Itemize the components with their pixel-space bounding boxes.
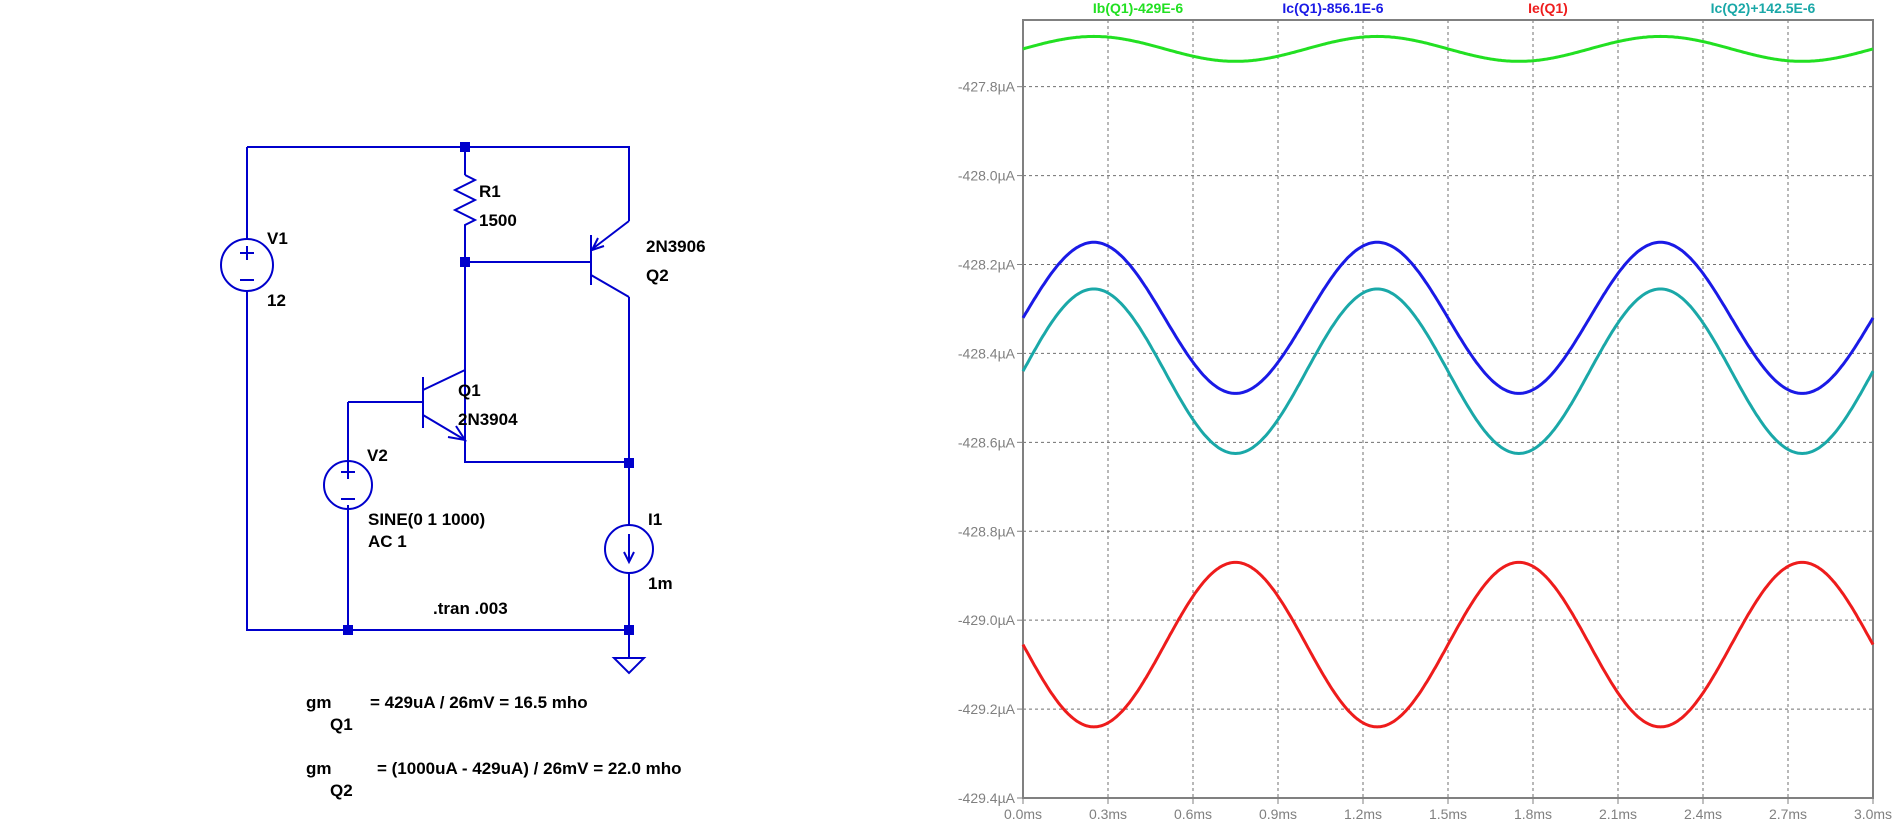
- x-tick-label: 0.0ms: [1004, 806, 1042, 822]
- x-tick-label: 0.3ms: [1089, 806, 1127, 822]
- v2-name: V2: [367, 446, 388, 465]
- q1-transistor[interactable]: Q1 2N3904: [422, 369, 518, 462]
- x-tick-label: 2.4ms: [1684, 806, 1722, 822]
- y-tick-label: -428.2µA: [958, 257, 1016, 273]
- i1-current-source[interactable]: I1 1m: [604, 510, 673, 593]
- legend-entry[interactable]: Ic(Q1)-856.1E-6: [1282, 0, 1383, 16]
- gm2-subscript: Q2: [330, 781, 353, 800]
- q1-model: 2N3904: [458, 410, 518, 429]
- schematic-canvas[interactable]: V1 12 R1 1500 2N3906 Q2 Q1 2N3904 V2 SIN…: [0, 0, 938, 829]
- legend: Ib(Q1)-429E-6 Ic(Q1)-856.1E-6 Ie(Q1) Ic(Q2)…: [1093, 0, 1816, 16]
- x-axis-ticks: 0.0ms 0.3ms 0.6ms 0.9ms 1.2ms 1.5ms 1.8ms 2.1ms…: [1004, 798, 1892, 822]
- legend-entry[interactable]: Ic(Q2)+142.5E-6: [1711, 0, 1816, 16]
- y-tick-label: -428.0µA: [958, 168, 1016, 184]
- r1-resistor[interactable]: R1 1500: [452, 174, 517, 230]
- v1-name: V1: [267, 229, 288, 248]
- gm-q1-formula[interactable]: gm Q1 = 429uA / 26mV = 16.5 mho: [306, 693, 588, 734]
- wires: [246, 146, 630, 650]
- x-tick-label: 2.7ms: [1769, 806, 1807, 822]
- x-tick-label: 0.9ms: [1259, 806, 1297, 822]
- x-tick-label: 1.5ms: [1429, 806, 1467, 822]
- v1-value: 12: [267, 291, 286, 310]
- grid: [1023, 20, 1873, 798]
- gm2-expression: = (1000uA - 429uA) / 26mV = 22.0 mho: [377, 759, 682, 778]
- gm1-subscript: Q1: [330, 715, 353, 734]
- trace-line[interactable]: [1021, 560, 1875, 729]
- v2-ac: AC 1: [368, 532, 407, 551]
- x-tick-label: 2.1ms: [1599, 806, 1637, 822]
- q1-name: Q1: [458, 381, 481, 400]
- gm1-expression: = 429uA / 26mV = 16.5 mho: [370, 693, 588, 712]
- legend-entry[interactable]: Ie(Q1): [1528, 0, 1568, 16]
- waveform-plot[interactable]: Ib(Q1)-429E-6 Ic(Q1)-856.1E-6 Ie(Q1) Ic(Q2)…: [938, 0, 1894, 829]
- i1-name: I1: [648, 510, 662, 529]
- y-tick-label: -428.4µA: [958, 345, 1016, 361]
- gm-q2-formula[interactable]: gm Q2 = (1000uA - 429uA) / 26mV = 22.0 m…: [306, 759, 682, 800]
- y-tick-label: -429.4µA: [958, 790, 1016, 806]
- x-tick-label: 1.8ms: [1514, 806, 1552, 822]
- q2-name: Q2: [646, 266, 669, 285]
- y-tick-label: -428.8µA: [958, 523, 1016, 539]
- y-axis-ticks: -427.8µA -428.0µA -428.2µA -428.4µA -428.6µA…: [958, 79, 1023, 806]
- r1-value: 1500: [479, 211, 517, 230]
- waveform-pane[interactable]: Ib(Q1)-429E-6 Ic(Q1)-856.1E-6 Ie(Q1) Ic(Q2)…: [938, 0, 1894, 829]
- v2-value: SINE(0 1 1000): [368, 510, 485, 529]
- i1-value: 1m: [648, 574, 673, 593]
- y-tick-label: -427.8µA: [958, 79, 1016, 95]
- legend-entry[interactable]: Ib(Q1)-429E-6: [1093, 0, 1183, 16]
- gm1-label: gm: [306, 693, 332, 712]
- x-tick-label: 1.2ms: [1344, 806, 1382, 822]
- r1-name: R1: [479, 182, 501, 201]
- tran-directive[interactable]: .tran .003: [433, 599, 508, 618]
- x-tick-label: 3.0ms: [1854, 806, 1892, 822]
- schematic-pane[interactable]: V1 12 R1 1500 2N3906 Q2 Q1 2N3904 V2 SIN…: [0, 0, 938, 829]
- x-tick-label: 0.6ms: [1174, 806, 1212, 822]
- ground-symbol: [611, 650, 647, 675]
- v1-source[interactable]: V1 12: [220, 229, 288, 310]
- y-tick-label: -429.0µA: [958, 612, 1016, 628]
- q2-transistor[interactable]: 2N3906 Q2: [590, 220, 706, 298]
- y-tick-label: -428.6µA: [958, 434, 1016, 450]
- gm2-label: gm: [306, 759, 332, 778]
- y-tick-label: -429.2µA: [958, 701, 1016, 717]
- q2-model: 2N3906: [646, 237, 706, 256]
